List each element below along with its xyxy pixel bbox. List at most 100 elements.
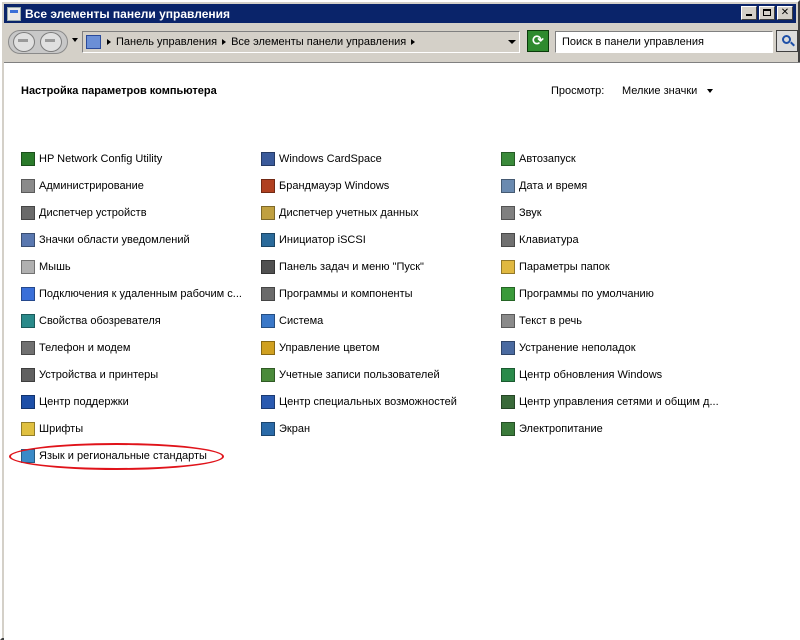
control-panel-item[interactable]: Клавиатура [501, 232, 579, 248]
control-panel-item[interactable]: Центр обновления Windows [501, 367, 662, 383]
control-panel-items: HP Network Config Utility Администрирован… [4, 63, 800, 640]
cardspace-icon [261, 152, 275, 166]
sound-icon [501, 206, 515, 220]
control-panel-item[interactable]: Звук [501, 205, 542, 221]
control-panel-item[interactable]: Свойства обозревателя [21, 313, 161, 329]
control-panel-item[interactable]: Параметры папок [501, 259, 610, 275]
window-title: Все элементы панели управления [25, 6, 231, 21]
breadcrumb-control-panel[interactable]: Панель управления [116, 36, 217, 48]
forward-button[interactable] [40, 32, 62, 52]
control-panel-item[interactable]: Устройства и принтеры [21, 367, 158, 383]
network-config-icon [21, 152, 35, 166]
internet-options-icon [21, 314, 35, 328]
remote-desktop-icon [21, 287, 35, 301]
title-bar[interactable]: Все элементы панели управления ✕ [4, 4, 796, 23]
date-time-icon [501, 179, 515, 193]
control-panel-item-label: Центр управления сетями и общим д... [519, 396, 719, 408]
control-panel-item[interactable]: Брандмауэр Windows [261, 178, 389, 194]
control-panel-item[interactable]: Подключения к удаленным рабочим с... [21, 286, 242, 302]
notification-icons-icon [21, 233, 35, 247]
system-icon [261, 314, 275, 328]
region-language-icon [21, 449, 35, 463]
control-panel-item-label: Свойства обозревателя [39, 315, 161, 327]
control-panel-item-label: HP Network Config Utility [39, 153, 163, 165]
control-panel-item-label: Звук [519, 207, 542, 219]
control-panel-item[interactable]: Учетные записи пользователей [261, 367, 440, 383]
control-panel-item[interactable]: Центр поддержки [21, 394, 129, 410]
control-panel-item[interactable]: Программы по умолчанию [501, 286, 654, 302]
default-programs-icon [501, 287, 515, 301]
control-panel-item[interactable]: HP Network Config Utility [21, 151, 162, 167]
control-panel-item[interactable]: Мышь [21, 259, 71, 275]
control-panel-item-label: Экран [279, 423, 311, 435]
mouse-icon [21, 260, 35, 274]
maximize-button[interactable] [759, 6, 775, 20]
autoplay-icon [501, 152, 515, 166]
control-panel-item[interactable]: Язык и региональные стандарты [21, 448, 207, 464]
control-panel-item-label: Автозапуск [519, 153, 576, 165]
troubleshooting-icon [501, 341, 515, 355]
control-panel-item[interactable]: Windows CardSpace [261, 151, 382, 167]
control-panel-item[interactable]: Инициатор iSCSI [261, 232, 366, 248]
address-bar[interactable]: Панель управления Все элементы панели уп… [82, 31, 520, 53]
control-panel-item[interactable]: Текст в речь [501, 313, 582, 329]
power-options-icon [501, 422, 515, 436]
search-button[interactable] [776, 30, 798, 52]
control-panel-item-label: Брандмауэр Windows [279, 180, 390, 192]
content-pane: Настройка параметров компьютера Просмотр… [4, 62, 800, 640]
control-panel-item[interactable]: Шрифты [21, 421, 83, 437]
keyboard-icon [501, 233, 515, 247]
action-center-icon [21, 395, 35, 409]
ease-of-access-icon [261, 395, 275, 409]
network-sharing-icon [501, 395, 515, 409]
control-panel-item[interactable]: Диспетчер учетных данных [261, 205, 419, 221]
control-panel-item[interactable]: Телефон и модем [21, 340, 130, 356]
control-panel-item[interactable]: Автозапуск [501, 151, 576, 167]
control-panel-item[interactable]: Диспетчер устройств [21, 205, 147, 221]
refresh-button[interactable]: ⟳ [527, 30, 549, 52]
control-panel-item-label: Панель задач и меню "Пуск" [279, 261, 424, 273]
folder-options-icon [501, 260, 515, 274]
minimize-button[interactable] [741, 6, 757, 20]
windows-update-icon [501, 368, 515, 382]
navigation-bar: Панель управления Все элементы панели уп… [4, 25, 798, 60]
breadcrumb-arrow-icon[interactable] [107, 39, 111, 45]
nav-buttons [8, 30, 68, 54]
breadcrumb-all-items[interactable]: Все элементы панели управления [231, 36, 406, 48]
control-panel-item[interactable]: Центр управления сетями и общим д... [501, 394, 719, 410]
recent-pages-dropdown[interactable] [72, 38, 78, 42]
control-panel-item-label: Телефон и модем [39, 342, 131, 354]
control-panel-item[interactable]: Администрирование [21, 178, 144, 194]
control-panel-item-label: Шрифты [39, 423, 84, 435]
address-dropdown-icon[interactable] [508, 40, 516, 44]
close-button[interactable]: ✕ [777, 6, 793, 20]
control-panel-item-label: Дата и время [519, 180, 588, 192]
breadcrumb-arrow-icon[interactable] [411, 39, 416, 45]
control-panel-item[interactable]: Центр специальных возможностей [261, 394, 457, 410]
control-panel-item[interactable]: Управление цветом [261, 340, 380, 356]
control-panel-item-label: Устройства и принтеры [39, 369, 159, 381]
control-panel-item[interactable]: Панель задач и меню "Пуск" [261, 259, 424, 275]
control-panel-item-label: Клавиатура [519, 234, 579, 246]
control-panel-item[interactable]: Программы и компоненты [261, 286, 413, 302]
admin-tools-icon [21, 179, 35, 193]
control-panel-item-label: Программы по умолчанию [519, 288, 654, 300]
control-panel-app-icon [7, 6, 21, 21]
control-panel-item[interactable]: Дата и время [501, 178, 587, 194]
device-manager-icon [21, 206, 35, 220]
control-panel-item[interactable]: Устранение неполадок [501, 340, 636, 356]
control-panel-item[interactable]: Значки области уведомлений [21, 232, 190, 248]
control-panel-item-label: Программы и компоненты [279, 288, 413, 300]
display-icon [261, 422, 275, 436]
control-panel-item[interactable]: Система [261, 313, 323, 329]
credential-manager-icon [261, 206, 275, 220]
search-input[interactable]: Поиск в панели управления [555, 31, 773, 53]
control-panel-item[interactable]: Экран [261, 421, 310, 437]
breadcrumb-arrow-icon[interactable] [222, 39, 227, 45]
programs-features-icon [261, 287, 275, 301]
control-panel-item[interactable]: Электропитание [501, 421, 603, 437]
back-button[interactable] [13, 32, 35, 52]
control-panel-item-label: Значки области уведомлений [39, 234, 190, 246]
taskbar-start-icon [261, 260, 275, 274]
control-panel-window: Все элементы панели управления ✕ Панель … [0, 0, 800, 640]
